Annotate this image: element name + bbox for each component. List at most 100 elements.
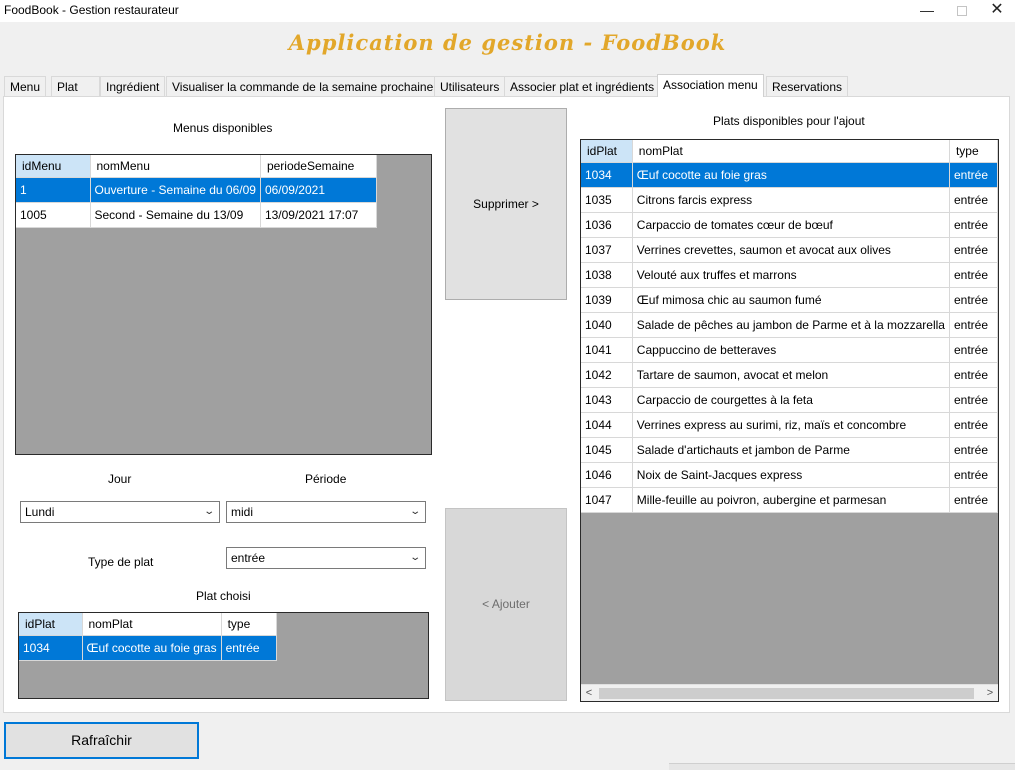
cell-type: entrée — [949, 337, 998, 363]
cell-nomplat: Œuf cocotte au foie gras — [632, 162, 950, 188]
cell-periode: 06/09/2021 — [260, 177, 377, 203]
minimize-icon[interactable]: — — [910, 0, 944, 22]
cell-nomplat: Velouté aux truffes et marrons — [632, 262, 950, 288]
horizontal-scrollbar[interactable]: < > — [581, 684, 998, 701]
table-row[interactable]: 1037 Verrines crevettes, saumon et avocat… — [581, 237, 998, 263]
table-row[interactable]: 1035 Citrons farcis express entrée — [581, 187, 998, 213]
cell-type: entrée — [949, 162, 998, 188]
cell-nommenu: Second - Semaine du 13/09 — [90, 202, 261, 228]
column-header-idplat[interactable]: idPlat — [19, 613, 83, 636]
tab-plat[interactable]: Plat — [51, 76, 100, 97]
cell-nomplat: Noix de Saint-Jacques express — [632, 462, 950, 488]
jour-value: Lundi — [25, 505, 55, 519]
app-title: Application de gestion - FoodBook — [288, 30, 727, 55]
table-row[interactable]: 1039 Œuf mimosa chic au saumon fumé entrée — [581, 287, 998, 313]
cell-nomplat: Verrines crevettes, saumon et avocat aux… — [632, 237, 950, 263]
periode-value: midi — [231, 505, 254, 519]
tab-menu[interactable]: Menu — [4, 76, 47, 97]
cell-idplat: 1034 — [19, 635, 83, 661]
table-row[interactable]: 1005 Second - Semaine du 13/09 13/09/202… — [16, 202, 377, 228]
cell-idplat: 1047 — [581, 487, 633, 513]
cell-nomplat: Carpaccio de courgettes à la feta — [632, 387, 950, 413]
cell-type: entrée — [949, 287, 998, 313]
tab-reservations[interactable]: Reservations — [766, 76, 849, 97]
tab-associer-plat[interactable]: Associer plat et ingrédients — [504, 76, 661, 97]
cell-type: entrée — [949, 262, 998, 288]
plats-grid[interactable]: idPlat nomPlat type 1034 Œuf cocotte au f… — [580, 139, 999, 702]
cell-nommenu: Ouverture - Semaine du 06/09 — [90, 177, 261, 203]
cell-idplat: 1035 — [581, 187, 633, 213]
scrollbar-thumb[interactable] — [599, 688, 974, 699]
maximize-icon[interactable] — [945, 0, 979, 22]
cell-nomplat: Œuf cocotte au foie gras — [82, 635, 222, 661]
column-header-nomplat[interactable]: nomPlat — [632, 140, 950, 163]
tab-commande[interactable]: Visualiser la commande de la semaine pro… — [166, 76, 440, 97]
table-row[interactable]: 1047 Mille-feuille au poivron, aubergine … — [581, 487, 998, 513]
cell-idplat: 1038 — [581, 262, 633, 288]
ajouter-button[interactable]: < Ajouter — [445, 508, 567, 701]
chevron-down-icon: ⌄ — [408, 506, 421, 517]
cell-idplat: 1040 — [581, 312, 633, 338]
cell-nomplat: Carpaccio de tomates cœur de bœuf — [632, 212, 950, 238]
tab-ingredient[interactable]: Ingrédient — [100, 76, 166, 97]
tab-utilisateurs[interactable]: Utilisateurs — [434, 76, 506, 97]
jour-label: Jour — [108, 472, 132, 486]
cell-type: entrée — [949, 312, 998, 338]
tab-association-menu[interactable]: Association menu — [657, 74, 764, 97]
table-row[interactable]: 1046 Noix de Saint-Jacques express entrée — [581, 462, 998, 488]
cell-idplat: 1044 — [581, 412, 633, 438]
column-header-periodesemaine[interactable]: periodeSemaine — [260, 155, 377, 178]
column-header-nommenu[interactable]: nomMenu — [90, 155, 261, 178]
cell-type: entrée — [949, 487, 998, 513]
table-row[interactable]: 1034 Œuf cocotte au foie gras entrée — [19, 635, 277, 661]
chevron-down-icon: ⌄ — [202, 506, 215, 517]
column-header-nomplat[interactable]: nomPlat — [82, 613, 222, 636]
table-row[interactable]: 1044 Verrines express au surimi, riz, maï… — [581, 412, 998, 438]
cell-nomplat: Salade de pêches au jambon de Parme et à… — [632, 312, 950, 338]
column-header-idmenu[interactable]: idMenu — [16, 155, 91, 178]
status-strip — [669, 763, 1015, 770]
supprimer-button[interactable]: Supprimer > — [445, 108, 567, 300]
chevron-down-icon: ⌄ — [408, 552, 421, 563]
close-icon[interactable]: ✕ — [980, 0, 1014, 22]
menus-title: Menus disponibles — [173, 121, 273, 135]
cell-idplat: 1037 — [581, 237, 633, 263]
table-row[interactable]: 1041 Cappuccino de betteraves entrée — [581, 337, 998, 363]
table-row[interactable]: 1042 Tartare de saumon, avocat et melon en… — [581, 362, 998, 388]
cell-type: entrée — [949, 462, 998, 488]
table-row[interactable]: 1045 Salade d'artichauts et jambon de Par… — [581, 437, 998, 463]
title-bar: FoodBook - Gestion restaurateur — ✕ — [0, 0, 1015, 22]
cell-type: entrée — [949, 237, 998, 263]
column-header-idplat[interactable]: idPlat — [581, 140, 633, 163]
column-header-type[interactable]: type — [221, 613, 277, 636]
cell-nomplat: Tartare de saumon, avocat et melon — [632, 362, 950, 388]
cell-type: entrée — [949, 412, 998, 438]
cell-nomplat: Citrons farcis express — [632, 187, 950, 213]
jour-select[interactable]: Lundi ⌄ — [20, 501, 220, 523]
type-plat-select[interactable]: entrée ⌄ — [226, 547, 426, 569]
cell-idmenu: 1005 — [16, 202, 91, 228]
chevron-left-icon[interactable]: < — [581, 685, 597, 701]
periode-select[interactable]: midi ⌄ — [226, 501, 426, 523]
cell-nomplat: Mille-feuille au poivron, aubergine et p… — [632, 487, 950, 513]
table-row[interactable]: 1040 Salade de pêches au jambon de Parme … — [581, 312, 998, 338]
table-row[interactable]: 1043 Carpaccio de courgettes à la feta ent… — [581, 387, 998, 413]
cell-idplat: 1041 — [581, 337, 633, 363]
plat-choisi-grid[interactable]: idPlat nomPlat type 1034 Œuf cocotte au … — [18, 612, 429, 699]
cell-type: entrée — [949, 387, 998, 413]
cell-idplat: 1034 — [581, 162, 633, 188]
cell-idplat: 1042 — [581, 362, 633, 388]
menus-grid[interactable]: idMenu nomMenu periodeSemaine 1 Ouvertur… — [15, 154, 432, 455]
chevron-right-icon[interactable]: > — [982, 685, 998, 701]
table-row[interactable]: 1038 Velouté aux truffes et marrons entrée — [581, 262, 998, 288]
table-row[interactable]: 1034 Œuf cocotte au foie gras entrée — [581, 162, 998, 188]
table-row[interactable]: 1 Ouverture - Semaine du 06/09 06/09/202… — [16, 177, 377, 203]
cell-type: entrée — [949, 187, 998, 213]
rafraichir-button[interactable]: Rafraîchir — [4, 722, 199, 759]
column-header-type[interactable]: type — [949, 140, 998, 163]
table-row[interactable]: 1036 Carpaccio de tomates cœur de bœuf ent… — [581, 212, 998, 238]
window-title: FoodBook - Gestion restaurateur — [4, 3, 179, 17]
plats-title: Plats disponibles pour l'ajout — [713, 114, 865, 128]
cell-idplat: 1045 — [581, 437, 633, 463]
cell-periode: 13/09/2021 17:07 — [260, 202, 377, 228]
